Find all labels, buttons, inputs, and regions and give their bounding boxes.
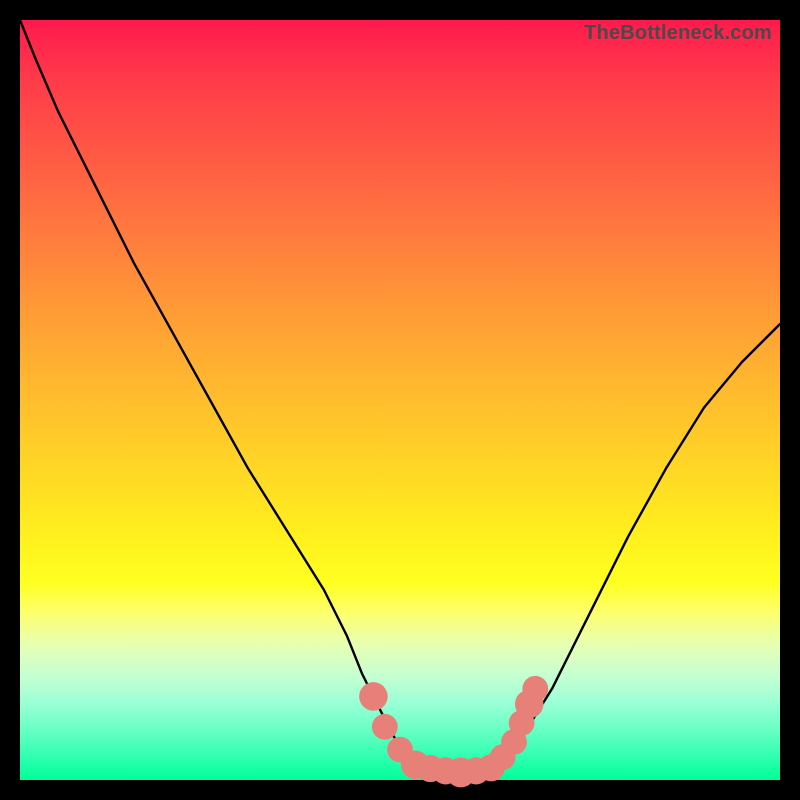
bottleneck-curve-line: [20, 20, 780, 772]
chart-frame: TheBottleneck.com: [20, 20, 780, 780]
bottleneck-curve-svg: [20, 20, 780, 780]
curve-marker: [372, 714, 398, 740]
curve-marker: [522, 676, 548, 702]
watermark-text: TheBottleneck.com: [584, 22, 772, 45]
curve-marker: [359, 682, 388, 711]
curve-marker-group: [359, 676, 548, 787]
